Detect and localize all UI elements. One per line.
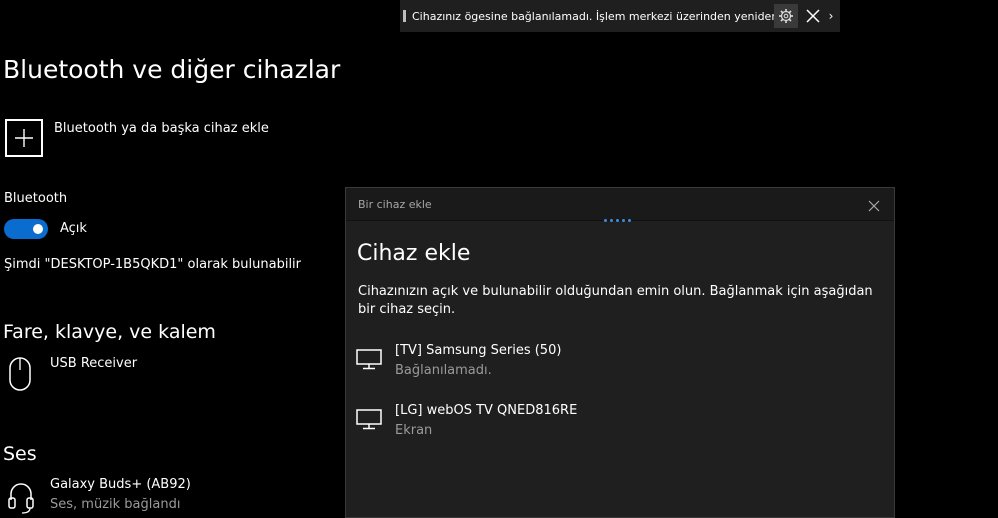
device-name: [LG] webOS TV QNED816RE: [395, 403, 578, 418]
notification-toast[interactable]: Cihazınız ögesine bağlanılamadı. İşlem m…: [400, 0, 840, 32]
monitor-icon: [356, 349, 382, 375]
section-title-audio: Ses: [3, 443, 37, 465]
close-icon[interactable]: [868, 197, 880, 216]
plus-icon: [15, 129, 33, 147]
dialog-description: Cihazınızın açık ve bulunabilir olduğund…: [358, 284, 873, 317]
gear-icon[interactable]: [774, 4, 798, 28]
device-status-galaxy-buds: Ses, müzik bağlandı: [50, 497, 181, 512]
device-list-item[interactable]: [LG] webOS TV QNED816RE Ekran: [356, 403, 876, 447]
device-name: [TV] Samsung Series (50): [395, 343, 562, 358]
dialog-caption: Bir cihaz ekle: [358, 198, 432, 211]
dialog-title: Cihaz ekle: [357, 241, 471, 266]
toggle-knob: [33, 224, 43, 234]
chevron-right-icon[interactable]: ›: [824, 9, 838, 23]
device-list-item[interactable]: [TV] Samsung Series (50) Bağlanılamadı.: [356, 343, 876, 387]
bluetooth-toggle[interactable]: [4, 219, 48, 239]
device-name-galaxy-buds[interactable]: Galaxy Buds+ (AB92): [50, 477, 191, 492]
toast-grip: [403, 10, 406, 22]
headset-icon: [6, 478, 36, 518]
device-name-usb-receiver[interactable]: USB Receiver: [50, 356, 137, 371]
discoverable-text: Şimdi "DESKTOP-1B5QKD1" olarak bulunabil…: [4, 257, 302, 272]
page-title: Bluetooth ve diğer cihazlar: [3, 55, 341, 84]
dialog-titlebar: Bir cihaz ekle: [346, 188, 894, 221]
add-device-button[interactable]: [5, 119, 43, 157]
monitor-icon: [356, 409, 382, 435]
mouse-icon: [6, 356, 34, 396]
bluetooth-label: Bluetooth: [4, 191, 68, 206]
toast-message: Cihazınız ögesine bağlanılamadı. İşlem m…: [412, 9, 774, 23]
device-status: Ekran: [395, 423, 433, 438]
device-status: Bağlanılamadı.: [395, 363, 492, 378]
close-icon[interactable]: [802, 9, 824, 23]
section-title-input: Fare, klavye, ve kalem: [3, 321, 216, 343]
add-device-label[interactable]: Bluetooth ya da başka cihaz ekle: [54, 121, 269, 136]
progress-dots: [604, 219, 631, 222]
bluetooth-toggle-state: Açık: [60, 221, 87, 236]
add-device-dialog: Bir cihaz ekle Cihaz ekle Cihazınızın aç…: [345, 187, 895, 518]
